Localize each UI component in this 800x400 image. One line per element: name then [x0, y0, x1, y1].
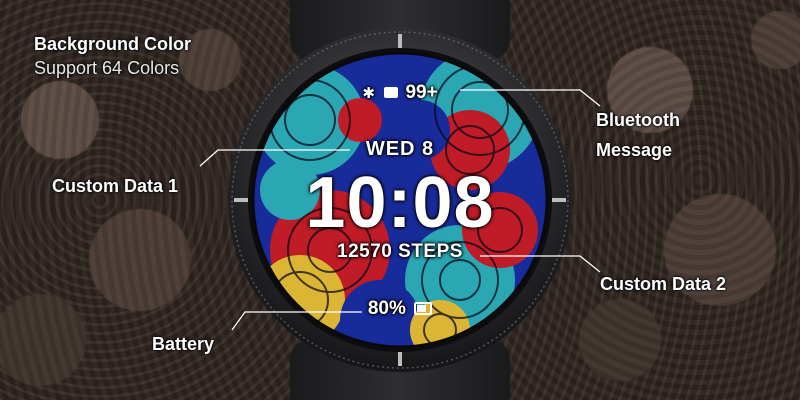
- background-color-title: Background Color: [34, 34, 192, 54]
- notification-count: 99+: [405, 82, 438, 103]
- background-color-subtitle: Support 64 Colors: [34, 58, 180, 78]
- battery-label: Battery: [152, 334, 215, 354]
- battery-level: 80%: [367, 298, 406, 319]
- battery-icon: [414, 302, 433, 316]
- message-icon: [384, 87, 399, 99]
- bluetooth-icon: ✱: [362, 85, 375, 102]
- notification-row: ✱ 99+: [350, 82, 450, 104]
- message-label: Message: [596, 140, 673, 160]
- watch-date: WED 8: [365, 138, 435, 160]
- bluetooth-label: Bluetooth: [596, 110, 680, 130]
- battery-row: 80%: [350, 298, 450, 320]
- custom-data-1-label: Custom Data 1: [52, 176, 179, 196]
- watch-steps: 12570 STEPS: [337, 241, 463, 262]
- custom-data-2-label: Custom Data 2: [600, 274, 727, 294]
- watch-time: 10:08: [305, 163, 495, 243]
